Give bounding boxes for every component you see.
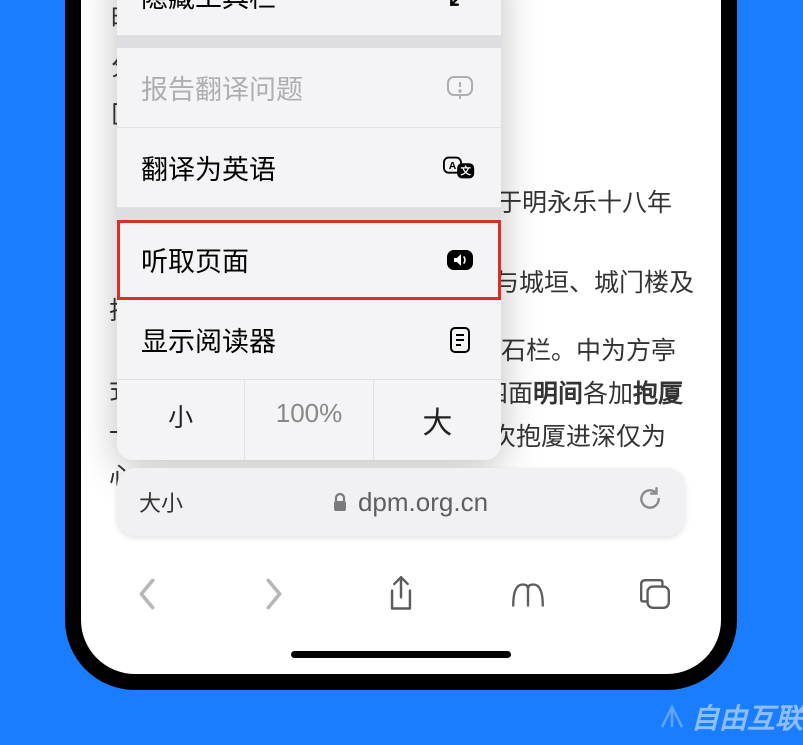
forward-button[interactable] <box>250 570 298 618</box>
zoom-controls: 小 100% 大 <box>117 380 501 460</box>
menu-translate-english[interactable]: 翻译为英语 A 文 <box>117 128 501 208</box>
back-button[interactable] <box>123 570 171 618</box>
menu-label: 翻译为英语 <box>141 148 276 187</box>
content-line: 以石栏。中为方亭 <box>476 328 676 376</box>
zoom-decrease-button[interactable]: 小 <box>117 380 245 460</box>
bottom-toolbar <box>117 570 685 618</box>
menu-label: 报告翻译问题 <box>141 68 303 107</box>
menu-listen-page[interactable]: 听取页面 <box>117 220 501 300</box>
share-button[interactable] <box>377 570 425 618</box>
reload-button[interactable] <box>637 486 663 519</box>
phone-screen: 時 分 区 于明永乐十八年 与城垣、城门楼及 护 以石栏。中为方亭 式 四面明间… <box>81 0 721 674</box>
page-settings-menu: 隐藏工具栏 报告翻译问题 <box>117 0 501 460</box>
bookmarks-button[interactable] <box>504 570 552 618</box>
content-line: 次抱厦进深仅为 <box>491 414 666 462</box>
translate-icon: A 文 <box>443 154 477 182</box>
watermark: 自由互联 <box>657 697 803 737</box>
expand-icon <box>443 0 477 9</box>
home-indicator <box>291 651 511 658</box>
content-line: 于明永乐十八年 <box>497 180 672 228</box>
content-line: 四面明间各加抱厦 <box>483 371 683 419</box>
menu-separator <box>117 36 501 48</box>
address-domain[interactable]: dpm.org.cn <box>183 487 637 518</box>
speaker-icon <box>443 248 477 272</box>
menu-report-translation: 报告翻译问题 <box>117 48 501 128</box>
menu-label: 显示阅读器 <box>141 320 276 359</box>
svg-text:文: 文 <box>459 164 471 177</box>
menu-separator <box>117 208 501 220</box>
content-line: 与城垣、城门楼及 <box>494 260 694 308</box>
report-icon <box>443 75 477 101</box>
menu-label: 隐藏工具栏 <box>141 0 276 15</box>
phone-frame: 時 分 区 于明永乐十八年 与城垣、城门楼及 护 以石栏。中为方亭 式 四面明间… <box>65 0 737 690</box>
domain-text: dpm.org.cn <box>358 487 488 518</box>
lock-icon <box>332 492 348 512</box>
svg-text:A: A <box>449 160 457 171</box>
menu-label: 听取页面 <box>141 240 249 279</box>
text-size-button[interactable]: 大小 <box>139 486 183 518</box>
zoom-increase-button[interactable]: 大 <box>374 380 501 460</box>
zoom-level-display: 100% <box>245 380 373 460</box>
address-bar[interactable]: 大小 dpm.org.cn <box>117 468 685 536</box>
reader-icon <box>443 326 477 354</box>
menu-hide-toolbar[interactable]: 隐藏工具栏 <box>117 0 501 36</box>
menu-show-reader[interactable]: 显示阅读器 <box>117 300 501 380</box>
tabs-button[interactable] <box>631 570 679 618</box>
